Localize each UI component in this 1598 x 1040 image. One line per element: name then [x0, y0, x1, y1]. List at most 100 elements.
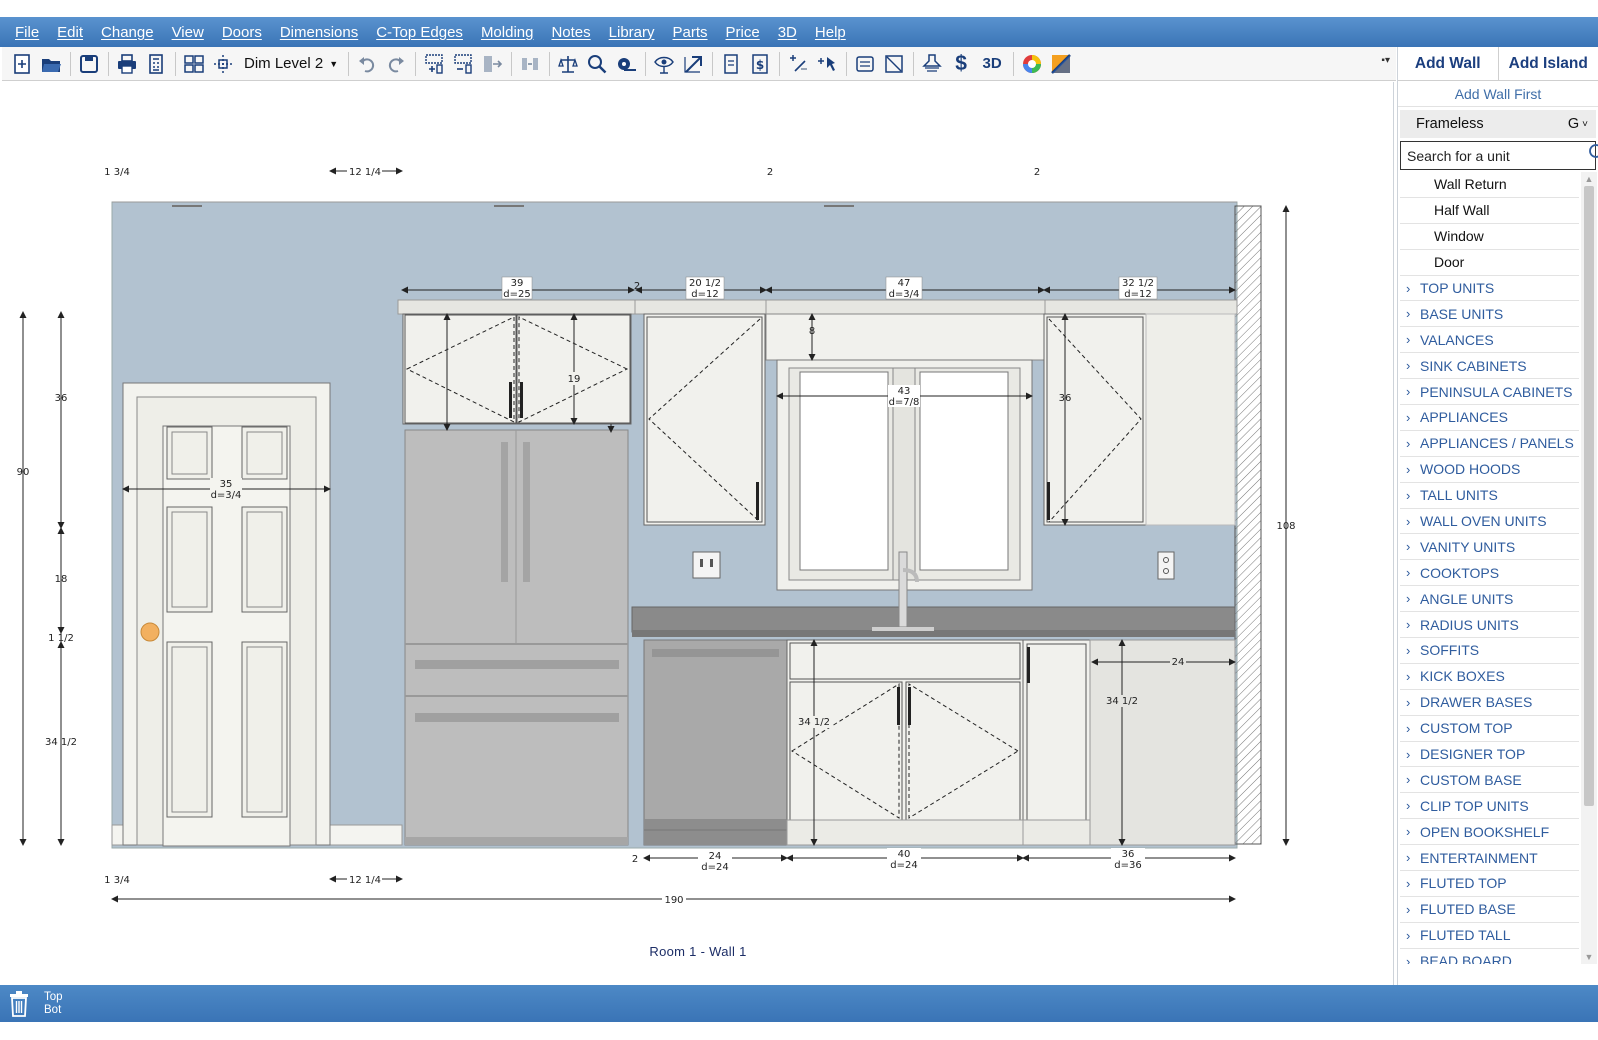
unit-category[interactable]: › ANGLE UNITS	[1400, 586, 1579, 613]
unit-category[interactable]: › TOP UNITS	[1400, 276, 1579, 302]
redo-icon[interactable]	[382, 51, 410, 77]
refrigerator	[404, 429, 629, 846]
menu-change[interactable]: Change	[92, 24, 163, 41]
unit-category[interactable]: › DRAWER BASES	[1400, 690, 1579, 716]
toolbar-overflow-icon[interactable]: ▪▾	[1381, 55, 1390, 66]
dim-left-1-1-2: 1 1/2	[48, 633, 74, 644]
dim-level-dropdown[interactable]: Dim Level 2 ▼	[238, 55, 344, 72]
toolbar: Dim Level 2 ▼ $ $ 3D ▪▾	[2, 47, 1396, 81]
unit-category[interactable]: › RADIUS UNITS	[1400, 612, 1579, 639]
color-wheel-icon[interactable]	[1018, 51, 1046, 77]
3d-view-button[interactable]: 3D	[976, 51, 1008, 77]
menu-help[interactable]: Help	[806, 24, 855, 41]
menu-3d[interactable]: 3D	[769, 24, 806, 41]
unit-category[interactable]: › ENTERTAINMENT	[1400, 845, 1579, 872]
menu-dimensions[interactable]: Dimensions	[271, 24, 367, 41]
invoice-icon[interactable]: $	[746, 51, 774, 77]
chevron-right-icon: ›	[1406, 565, 1411, 581]
unit-item[interactable]: Window	[1400, 224, 1579, 250]
menu-file[interactable]: File	[6, 24, 48, 41]
unit-category[interactable]: › WALL OVEN UNITS	[1400, 509, 1579, 535]
menu-ctop-edges[interactable]: C-Top Edges	[367, 24, 472, 41]
open-folder-icon[interactable]	[37, 51, 65, 77]
layout-grid-icon[interactable]	[180, 51, 208, 77]
menu-doors[interactable]: Doors	[213, 24, 271, 41]
menu-molding[interactable]: Molding	[472, 24, 543, 41]
unit-category[interactable]: › FLUTED TALL	[1400, 923, 1579, 949]
unit-category[interactable]: › SINK CABINETS	[1400, 353, 1579, 380]
unit-category[interactable]: › VANITY UNITS	[1400, 534, 1579, 561]
search-icon[interactable]	[1588, 143, 1598, 168]
toolbar-separator	[175, 51, 176, 76]
unit-category[interactable]: › DESIGNER TOP	[1400, 742, 1579, 768]
menu-notes[interactable]: Notes	[542, 24, 599, 41]
undo-icon[interactable]	[353, 51, 381, 77]
add-wall-button[interactable]: Add Wall	[1398, 47, 1499, 80]
unit-category[interactable]: › SOFFITS	[1400, 638, 1579, 664]
trash-icon[interactable]	[6, 989, 32, 1019]
add-wall-first-link[interactable]: Add Wall First	[1398, 81, 1598, 107]
menu-edit[interactable]: Edit	[48, 24, 92, 41]
unit-search-input[interactable]	[1407, 147, 1588, 164]
dimension-tool-icon[interactable]	[784, 51, 812, 77]
scale-icon[interactable]	[554, 51, 582, 77]
unit-category[interactable]: › BASE UNITS	[1400, 301, 1579, 328]
report-icon[interactable]	[717, 51, 745, 77]
unit-category[interactable]: › BEAD BOARD	[1400, 949, 1579, 964]
unit-category[interactable]: › CUSTOM TOP	[1400, 716, 1579, 742]
tape-measure-icon[interactable]	[612, 51, 640, 77]
elevation-canvas[interactable]: 1 3/4 12 1/4 2 2 39 d=25 2 20 1/2 d=12 4…	[2, 82, 1394, 985]
dim-door-w: 35	[220, 479, 233, 490]
unit-category[interactable]: › PENINSULA CABINETS	[1400, 379, 1579, 406]
unit-item[interactable]: Half Wall	[1400, 198, 1579, 224]
remove-column-icon[interactable]	[449, 51, 477, 77]
dim-uc1-width: 39	[511, 278, 524, 289]
unit-category[interactable]: › APPLIANCES	[1400, 405, 1579, 431]
unit-category[interactable]: › KICK BOXES	[1400, 664, 1579, 690]
unit-list-scrollbar[interactable]: ▲ ▼	[1581, 172, 1597, 964]
construction-select[interactable]: Frameless G ˅	[1400, 110, 1596, 138]
slash-box-icon[interactable]	[880, 51, 908, 77]
unit-category[interactable]: › FLUTED TOP	[1400, 871, 1579, 897]
unit-item[interactable]: Wall Return	[1400, 172, 1579, 198]
print-icon[interactable]	[113, 51, 141, 77]
align-icon[interactable]	[516, 51, 544, 77]
unit-category[interactable]: › FLUTED BASE	[1400, 897, 1579, 923]
calculator-icon[interactable]	[142, 51, 170, 77]
chevron-right-icon: ›	[1406, 487, 1411, 503]
unit-category[interactable]: › OPEN BOOKSHELF	[1400, 819, 1579, 846]
menu-price[interactable]: Price	[717, 24, 769, 41]
price-button[interactable]: $	[947, 51, 975, 77]
top-bot-toggle[interactable]: Top Bot	[44, 991, 63, 1017]
unit-category[interactable]: › VALANCES	[1400, 327, 1579, 354]
unit-category[interactable]: › APPLIANCES / PANELS	[1400, 431, 1579, 457]
unit-label: WOOD HOODS	[1420, 461, 1521, 478]
panel-icon[interactable]	[851, 51, 879, 77]
unit-category[interactable]: › TALL UNITS	[1400, 483, 1579, 509]
insert-point-icon[interactable]	[813, 51, 841, 77]
scroll-thumb[interactable]	[1584, 186, 1594, 806]
add-island-button[interactable]: Add Island	[1499, 47, 1598, 80]
unit-item[interactable]: Door	[1400, 250, 1579, 276]
unit-category[interactable]: › WOOD HOODS	[1400, 457, 1579, 483]
scroll-up-icon[interactable]: ▲	[1581, 172, 1597, 186]
menu-view[interactable]: View	[163, 24, 213, 41]
unit-category[interactable]: › COOKTOPS	[1400, 560, 1579, 587]
move-center-icon[interactable]	[209, 51, 237, 77]
add-column-icon[interactable]	[420, 51, 448, 77]
save-icon[interactable]	[75, 51, 103, 77]
toolbar-separator	[645, 51, 647, 76]
menu-parts[interactable]: Parts	[664, 24, 717, 41]
unit-category[interactable]: › CUSTOM BASE	[1400, 767, 1579, 794]
shift-right-icon[interactable]	[478, 51, 506, 77]
zoom-icon[interactable]	[583, 51, 611, 77]
menu-library[interactable]: Library	[600, 24, 664, 41]
new-page-icon[interactable]	[8, 51, 36, 77]
unit-category[interactable]: › CLIP TOP UNITS	[1400, 793, 1579, 820]
palette-icon[interactable]	[1047, 51, 1075, 77]
arrow-icon[interactable]	[679, 51, 707, 77]
dim-uc2-depth: d=12	[691, 289, 718, 300]
hood-icon[interactable]	[918, 51, 946, 77]
eye-icon[interactable]	[650, 51, 678, 77]
scroll-down-icon[interactable]: ▼	[1581, 950, 1597, 964]
